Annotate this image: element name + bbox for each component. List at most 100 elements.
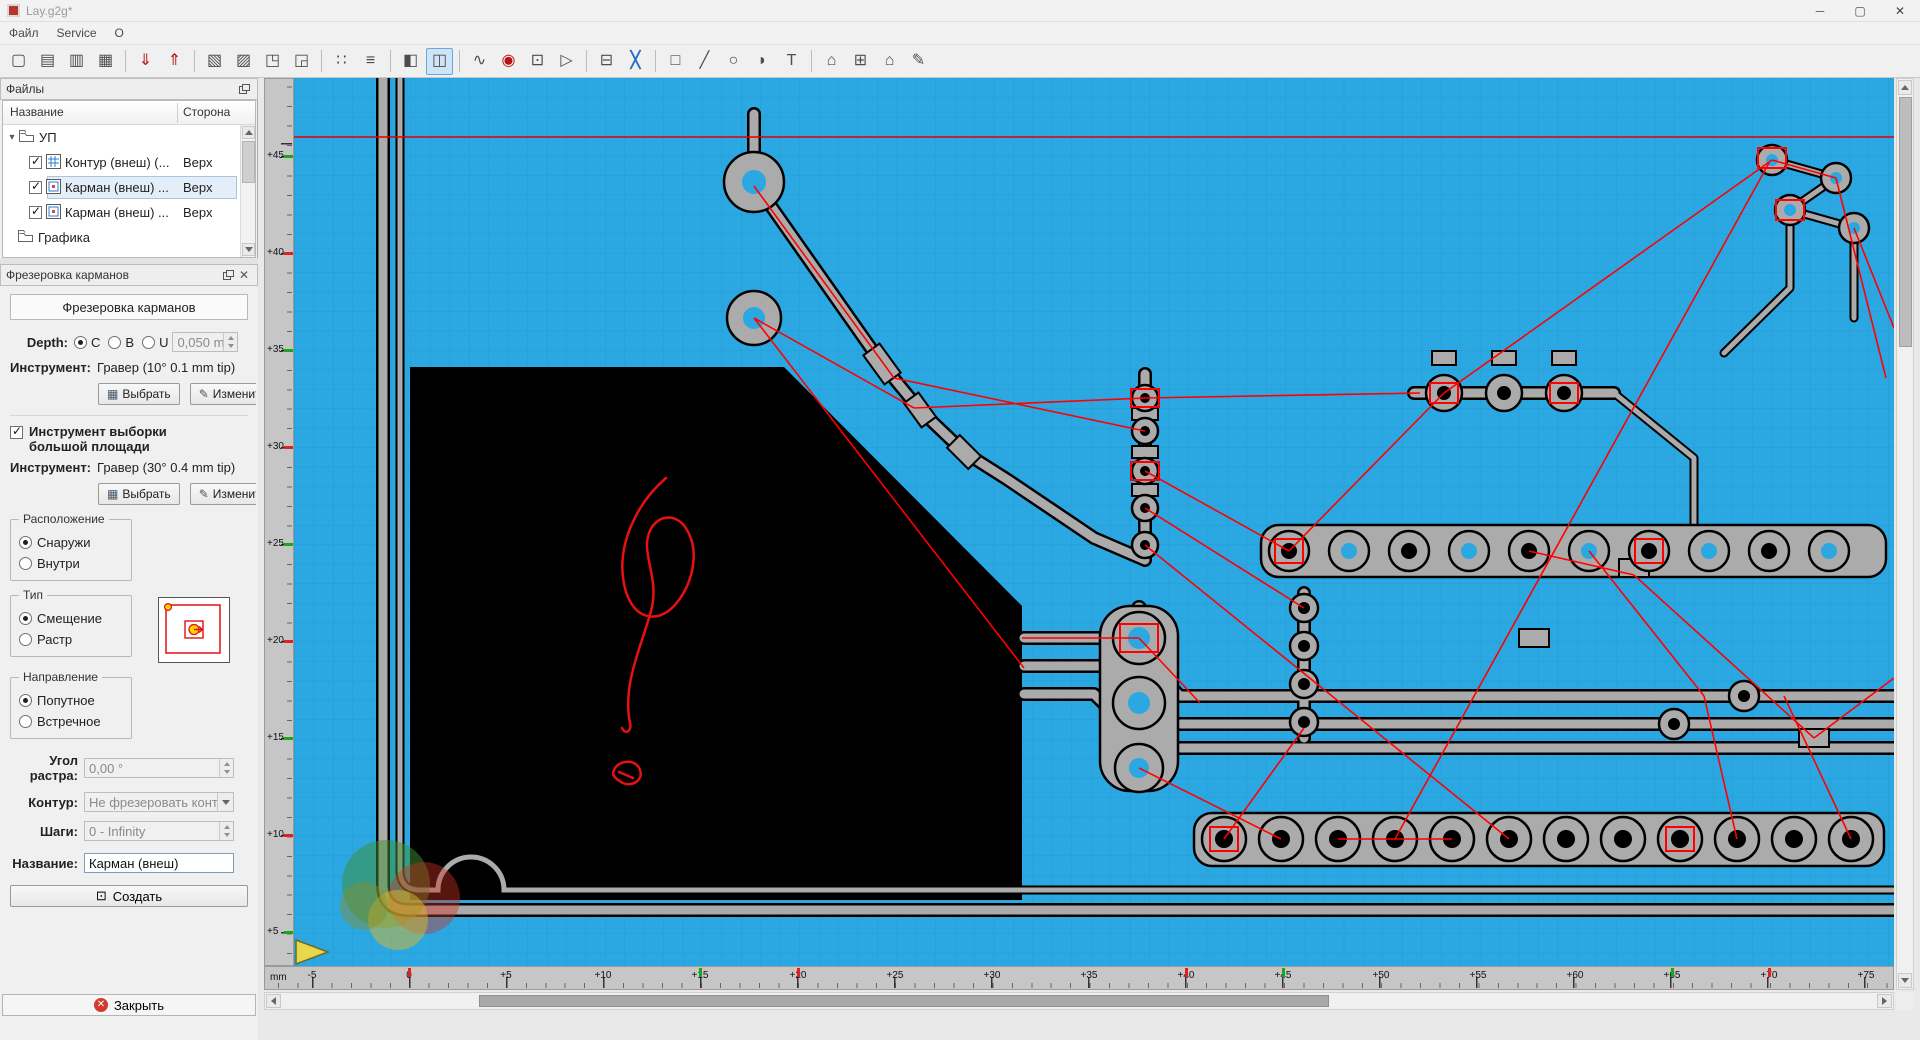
vertical-scroll-thumb[interactable] [1899,97,1912,347]
depth-value-spinner[interactable]: 0,050 mm [172,332,239,352]
spinner-arrows-icon[interactable] [223,333,238,351]
depth-option-c[interactable]: C [74,335,100,350]
select-tool-button[interactable]: ▦ Выбрать [98,383,180,405]
crop-region-button[interactable]: ◳ [259,48,286,75]
tree-row-pocket-2[interactable]: Карман (внеш) ... Верх [3,200,255,225]
menu-service[interactable]: Service [48,24,106,42]
maximize-button[interactable]: ▢ [1840,0,1880,22]
tree-row-graphics[interactable]: Графика [3,225,255,250]
menu-file[interactable]: Файл [0,24,48,42]
float-panel-icon[interactable] [220,268,236,283]
spinner-arrows-icon[interactable] [219,759,233,777]
depth-option-u[interactable]: U [142,335,168,350]
label-add-button[interactable]: ⊞ [847,48,874,75]
import-file-button[interactable]: ⇓ [132,48,159,75]
measure-tool-button[interactable]: ⊟ [593,48,620,75]
spinner-arrows-icon[interactable] [219,822,233,840]
export-file-button[interactable]: ⇑ [161,48,188,75]
tree-column-header[interactable]: Название Сторона [3,101,255,125]
horizontal-scrollbar[interactable] [264,992,1894,1010]
horizontal-scroll-thumb[interactable] [479,995,1329,1007]
radio-icon[interactable] [19,633,32,646]
large-area-row[interactable]: Инструмент выборки большой площади [10,424,248,454]
tree-scrollbar[interactable] [240,125,255,257]
label-tool-button[interactable]: ⌂ [818,48,845,75]
raster-angle-spinner[interactable]: 0,00 ° [84,758,234,778]
matrix-tool-button[interactable]: ≡ [357,48,384,75]
new-file-button[interactable]: ▢ [5,48,32,75]
scroll-up-icon[interactable] [242,126,255,139]
radio-icon[interactable] [142,335,156,349]
tree-row-up[interactable]: ▾ УП [3,125,255,150]
align-board-button[interactable]: ◲ [288,48,315,75]
vertical-scrollbar[interactable] [1896,78,1914,990]
radio-icon[interactable] [19,612,32,625]
close-milling-button[interactable]: ✕ Закрыть [2,994,256,1016]
scroll-up-icon[interactable] [1898,80,1912,95]
draw-ellipse-button[interactable]: ○ [720,48,747,75]
scroll-down-icon[interactable] [242,243,255,256]
location-outside-option[interactable]: Снаружи [19,532,123,553]
label-edit-button[interactable]: ✎ [905,48,932,75]
grid-view-button[interactable]: ◫ [426,47,453,75]
type-offset-option[interactable]: Смещение [19,608,123,629]
scroll-down-icon[interactable] [1898,973,1912,988]
column-side[interactable]: Сторона [183,105,230,119]
location-inside-option[interactable]: Внутри [19,553,123,574]
change-tool-button[interactable]: ✎Изменить [189,383,256,405]
pcb-canvas[interactable] [294,78,1894,966]
transform-tool-button[interactable]: ╳ [622,48,649,75]
zoom-region-button[interactable]: ⊡ [524,48,551,75]
minimize-button[interactable]: ─ [1800,0,1840,22]
radio-icon[interactable] [19,536,32,549]
change-tool2-button[interactable]: ✎Изменить [189,483,256,505]
create-button[interactable]: ⊡ Создать [10,885,248,907]
depth-option-b[interactable]: B [108,335,134,350]
draw-text-button[interactable]: T [778,48,805,75]
radio-icon[interactable] [108,335,122,349]
run-tool-button[interactable]: ▷ [553,48,580,75]
panel-view-button[interactable]: ◧ [397,48,424,75]
radio-icon[interactable] [19,557,32,570]
tree-scroll-thumb[interactable] [242,141,255,183]
name-input[interactable]: Карман (внеш) [84,853,234,873]
float-panel-icon[interactable] [236,82,252,97]
radio-icon[interactable] [19,715,32,728]
draw-arc-button[interactable]: ◗ [749,48,776,75]
print-button[interactable]: ▦ [92,48,119,75]
label-link-button[interactable]: ⌂ [876,48,903,75]
tree-row-pocket-selected[interactable]: Карман (внеш) ... Верх [3,175,255,200]
column-name[interactable]: Название [10,105,64,119]
large-area-checkbox[interactable] [10,424,23,439]
layer-checkbox[interactable] [29,179,42,194]
menu-about[interactable]: О [106,24,133,42]
radio-icon[interactable] [19,694,32,707]
close-button[interactable]: ✕ [1880,0,1920,22]
spline-tool-button[interactable]: ∿ [466,48,493,75]
fit-board-button[interactable]: ▨ [230,48,257,75]
scroll-right-icon[interactable] [1877,994,1892,1008]
direction-climb-option[interactable]: Попутное [19,690,123,711]
layer-checkbox[interactable] [29,204,42,219]
open-file-button[interactable]: ▤ [34,48,61,75]
save-file-button[interactable]: ▥ [63,48,90,75]
record-tool-button[interactable]: ◉ [495,48,522,75]
steps-spinner[interactable]: 0 - Infinity [84,821,234,841]
contour-dropdown[interactable]: Не фрезеровать контур [84,792,234,812]
close-panel-icon[interactable]: ✕ [236,268,252,283]
direction-conventional-option[interactable]: Встречное [19,711,123,732]
select-tool2-button[interactable]: ▦ Выбрать [98,483,180,505]
layer-checkbox[interactable] [29,154,42,169]
radio-icon[interactable] [74,335,87,349]
tree-row-contour[interactable]: Контур (внеш) (... Верх [3,150,255,175]
pcb-view[interactable] [294,78,1894,966]
draw-line-button[interactable]: ╱ [691,48,718,75]
column-divider[interactable] [177,103,178,123]
array-tool-button[interactable]: ∷ [328,48,355,75]
select-board-button[interactable]: ▧ [201,48,228,75]
dropdown-arrow-icon[interactable] [217,793,233,811]
type-raster-option[interactable]: Растр [19,629,123,650]
draw-rect-button[interactable]: □ [662,48,689,75]
scroll-left-icon[interactable] [266,994,281,1008]
expander-icon[interactable]: ▾ [6,132,18,143]
